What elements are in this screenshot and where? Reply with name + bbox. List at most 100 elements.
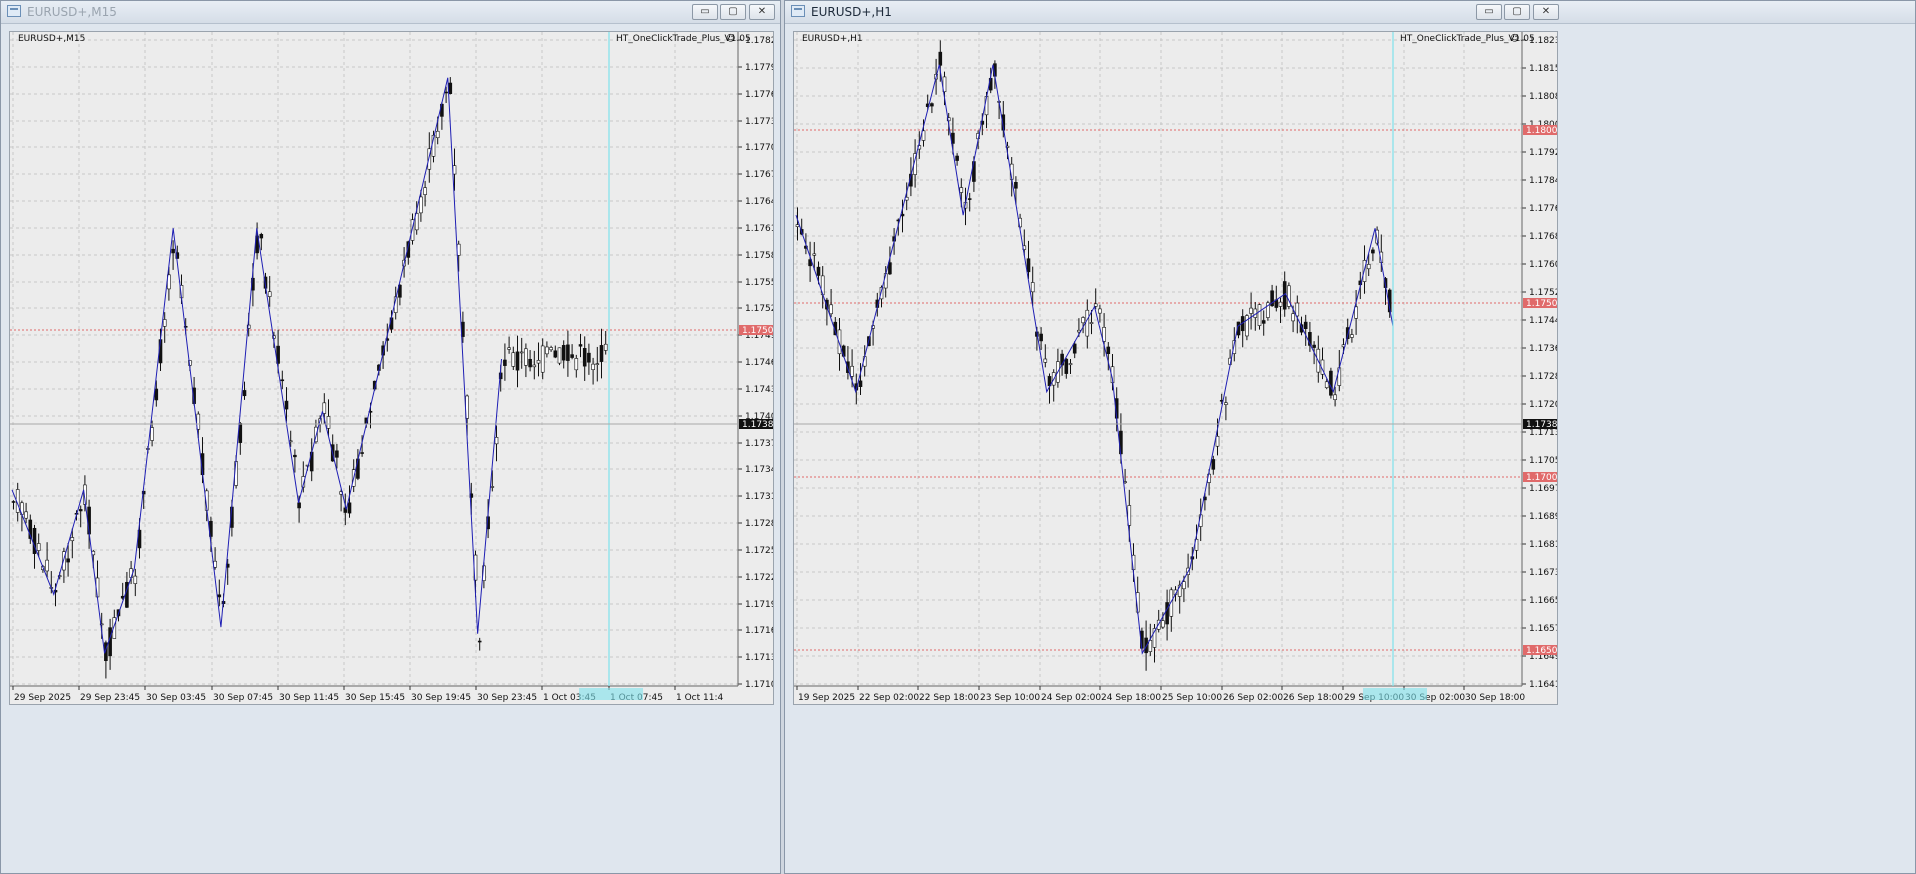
- price-axis-label: 1.17375: [745, 439, 774, 449]
- candle-body: [1245, 315, 1249, 337]
- time-axis-label: 30 Sep 15:45: [345, 693, 405, 703]
- chart-window-icon: [7, 5, 21, 17]
- candle-body: [829, 304, 833, 315]
- close-button[interactable]: ✕: [1533, 4, 1559, 20]
- candle-body: [595, 363, 600, 365]
- price-axis-label: 1.17795: [745, 63, 774, 73]
- restore-button[interactable]: ▢: [1504, 4, 1530, 20]
- candle-body: [1224, 402, 1228, 405]
- time-axis-label: 30 Sep 18:00: [1465, 693, 1525, 703]
- price-level-label: 1.17000: [1526, 473, 1558, 483]
- candle-body: [1106, 346, 1111, 355]
- candle-body: [1148, 640, 1153, 652]
- price-axis-label: 1.17285: [745, 519, 774, 529]
- candle-body: [1333, 394, 1337, 401]
- close-button[interactable]: ✕: [749, 4, 775, 20]
- candle-body: [570, 354, 574, 358]
- candle-body: [1161, 620, 1165, 628]
- candle-body: [1261, 320, 1266, 324]
- price-chart-canvas[interactable]: 1.178251.177951.177651.177351.177051.176…: [10, 32, 774, 705]
- price-level-label: 1.17500: [1526, 299, 1558, 309]
- minimize-button[interactable]: ▭: [1476, 4, 1502, 20]
- current-price-label: 1.17386: [742, 420, 774, 430]
- price-axis-label: 1.17285: [1529, 372, 1558, 382]
- price-axis-label: 1.17105: [745, 680, 774, 690]
- price-axis-label: 1.17705: [745, 143, 774, 153]
- candle-body: [1303, 321, 1308, 329]
- price-axis-label: 1.17765: [1529, 204, 1558, 214]
- candle-body: [587, 352, 591, 363]
- window-title: EURUSD+,H1: [811, 5, 892, 19]
- candle-body: [360, 452, 364, 454]
- candle-body: [490, 486, 495, 488]
- candle-body: [955, 155, 959, 161]
- candle-body: [532, 364, 537, 368]
- chart-window-m15[interactable]: EURUSD+,M15 ▭ ▢ ✕ 1.178251.177951.177651…: [0, 0, 781, 874]
- candle-body: [322, 402, 327, 414]
- price-axis-label: 1.17525: [1529, 288, 1558, 298]
- current-price-label: 1.17386: [1526, 420, 1558, 430]
- candle-body: [549, 347, 553, 351]
- minimize-button[interactable]: ▭: [692, 4, 718, 20]
- restore-button[interactable]: ▢: [720, 4, 746, 20]
- candle-body: [1324, 381, 1329, 389]
- candle-body: [154, 388, 159, 401]
- price-chart[interactable]: 1.178251.177951.177651.177351.177051.176…: [9, 31, 774, 705]
- price-axis-label: 1.16890: [1529, 512, 1558, 522]
- time-axis-label: 30 Sep 11:45: [279, 693, 339, 703]
- candle-body: [24, 511, 28, 519]
- candle-body: [448, 82, 453, 94]
- candle-body: [1064, 358, 1069, 374]
- candle-body: [1026, 258, 1031, 273]
- current-time-tag: [1363, 688, 1427, 700]
- candle-body: [1249, 307, 1253, 314]
- chart-symbol-label[interactable]: EURUSD+,M15: [18, 34, 85, 44]
- chart-symbol-label[interactable]: EURUSD+,H1: [802, 34, 863, 44]
- price-chart-canvas[interactable]: 1.182351.181551.180801.180001.179201.178…: [794, 32, 1558, 705]
- candle-body: [795, 224, 800, 227]
- candle-body: [45, 559, 49, 572]
- time-axis-label: 23 Sep 10:00: [980, 693, 1040, 703]
- titlebar[interactable]: EURUSD+,H1 ▭ ▢ ✕: [785, 1, 1915, 24]
- candle-body: [423, 187, 427, 195]
- candle-body: [284, 400, 289, 410]
- current-time-tag: [579, 688, 643, 700]
- price-axis-label: 1.17255: [745, 546, 774, 556]
- candle-body: [578, 344, 583, 347]
- candle-body: [553, 350, 558, 358]
- candle-body: [1182, 581, 1186, 590]
- price-axis-label: 1.17135: [745, 653, 774, 663]
- candle-body: [477, 640, 482, 643]
- candle-body: [162, 319, 167, 327]
- candle-body: [1098, 308, 1102, 314]
- candle-body: [419, 196, 423, 214]
- price-axis-label: 1.17555: [745, 278, 774, 288]
- candle-body: [444, 91, 448, 94]
- time-axis-label: 22 Sep 02:00: [859, 693, 919, 703]
- price-chart[interactable]: 1.182351.181551.180801.180001.179201.178…: [793, 31, 1558, 705]
- candle-body: [524, 348, 528, 366]
- candle-body: [171, 248, 175, 254]
- price-axis-label: 1.17195: [745, 600, 774, 610]
- candle-body: [967, 198, 972, 200]
- candle-body: [280, 379, 285, 382]
- candle-body: [858, 380, 863, 387]
- candle-body: [347, 502, 352, 514]
- time-axis-label: 26 Sep 02:00: [1223, 693, 1283, 703]
- candle-body: [66, 558, 70, 563]
- candle-body: [1030, 282, 1035, 293]
- price-axis-label: 1.16415: [1529, 680, 1558, 690]
- candle-body: [267, 291, 272, 297]
- chart-window-h1[interactable]: EURUSD+,H1 ▭ ▢ ✕ 1.182351.181551.180801.…: [784, 0, 1916, 874]
- price-axis-label: 1.16655: [1529, 596, 1558, 606]
- candle-body: [938, 51, 943, 66]
- candle-body: [603, 343, 608, 351]
- candle-body: [507, 347, 511, 350]
- candle-body: [515, 351, 520, 371]
- time-axis-label: 24 Sep 02:00: [1041, 693, 1101, 703]
- price-axis-label: 1.17225: [745, 573, 774, 583]
- candle-body: [1211, 459, 1216, 470]
- price-axis-label: 1.17165: [745, 626, 774, 636]
- time-axis-label: 26 Sep 18:00: [1283, 693, 1343, 703]
- titlebar[interactable]: EURUSD+,M15 ▭ ▢ ✕: [1, 1, 780, 24]
